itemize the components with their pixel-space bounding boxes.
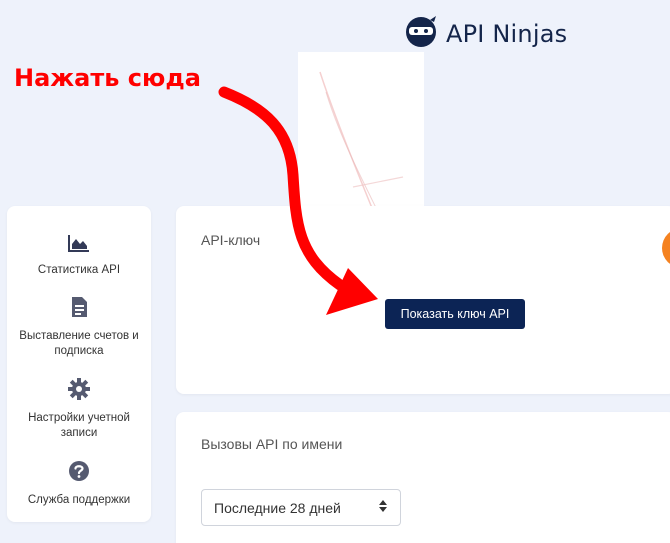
doodle-image bbox=[298, 52, 424, 253]
ninja-icon bbox=[404, 14, 438, 53]
annotation-text: Нажать сюда bbox=[14, 64, 201, 92]
show-api-key-button[interactable]: Показать ключ API bbox=[385, 299, 525, 329]
sidebar-item-label: Статистика API bbox=[37, 264, 121, 276]
sidebar-item-label: Выставление счетов и подписка bbox=[19, 330, 139, 357]
document-icon bbox=[7, 296, 151, 323]
gear-icon bbox=[7, 378, 151, 405]
sidebar-item-billing[interactable]: Выставление счетов и подписка bbox=[7, 296, 151, 359]
brand-logo[interactable]: API Ninjas bbox=[404, 14, 567, 53]
chart-icon bbox=[7, 234, 151, 257]
help-icon bbox=[7, 460, 151, 487]
sidebar-item-label: Настройки учетной записи bbox=[28, 412, 130, 439]
sidebar-item-account-settings[interactable]: Настройки учетной записи bbox=[7, 378, 151, 441]
sort-arrows-icon bbox=[378, 499, 388, 516]
brand-name: API Ninjas bbox=[446, 19, 568, 48]
sidebar-item-api-statistics[interactable]: Статистика API bbox=[7, 234, 151, 278]
date-range-select[interactable]: Последние 28 дней bbox=[201, 489, 401, 526]
sidebar-item-label: Служба поддержки bbox=[27, 494, 131, 506]
api-key-title: API-ключ bbox=[201, 232, 261, 248]
sidebar-item-support[interactable]: Служба поддержки bbox=[7, 460, 151, 508]
api-calls-title: Вызовы API по имени bbox=[201, 436, 343, 452]
sidebar: Статистика API Выставление счетов и подп… bbox=[7, 206, 151, 522]
date-range-value: Последние 28 дней bbox=[214, 499, 341, 516]
